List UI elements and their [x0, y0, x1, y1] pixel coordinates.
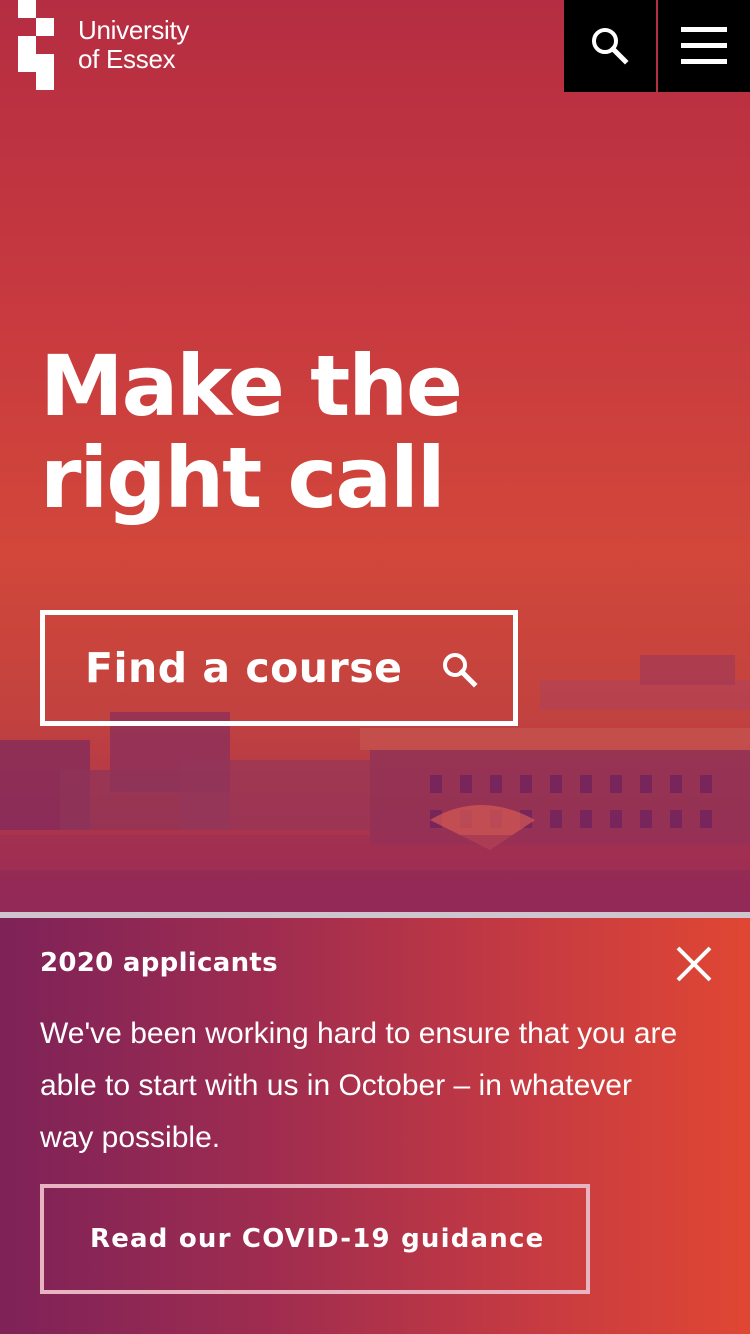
hero-banner: University of Essex Make the right call …: [0, 0, 750, 916]
covid-guidance-label: Read our COVID-19 guidance: [90, 1224, 545, 1254]
header-menu-button[interactable]: [658, 0, 750, 92]
notice-title: 2020 applicants: [40, 948, 278, 978]
search-icon: [592, 28, 629, 65]
logo-line-1: University: [78, 15, 190, 45]
notice-body-text: We've been working hard to ensure that y…: [40, 1017, 678, 1154]
header-search-button[interactable]: [564, 0, 656, 92]
search-icon: [443, 653, 478, 688]
logo-checker-icon: [18, 0, 54, 90]
hamburger-menu-icon: [681, 27, 727, 64]
hero-headline: Make the right call: [40, 337, 463, 527]
covid-guidance-button[interactable]: Read our COVID-19 guidance: [40, 1184, 590, 1294]
university-logo[interactable]: University of Essex: [18, 0, 218, 92]
find-a-course-label: Find a course: [85, 644, 403, 692]
find-a-course-button[interactable]: Find a course: [40, 610, 518, 726]
covid-notice-banner: 2020 applicants We've been working hard …: [0, 918, 750, 1334]
headline-line-1: Make the: [40, 337, 463, 435]
logo-wordmark: University of Essex: [78, 16, 189, 74]
headline-line-2: right call: [40, 429, 446, 527]
close-icon[interactable]: [672, 942, 716, 986]
logo-line-2: of Essex: [78, 44, 176, 74]
